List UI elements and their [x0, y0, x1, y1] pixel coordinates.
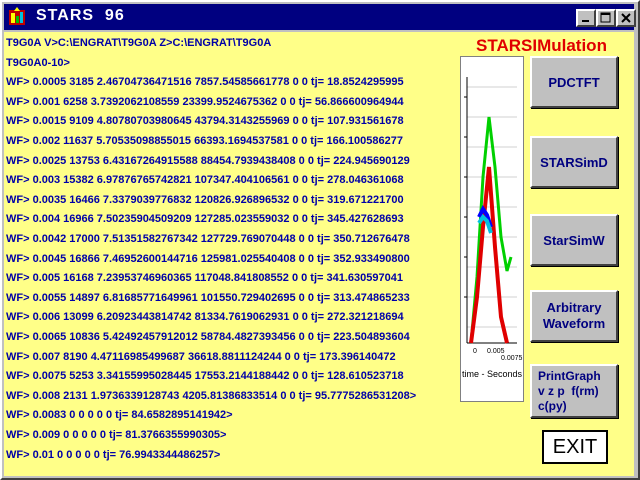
- x-tick-2: 0.0075: [501, 355, 523, 362]
- minimize-button[interactable]: [576, 9, 596, 27]
- output-line: WF> 0.0075 5253 3.34155995028445 17553.2…: [6, 370, 404, 383]
- pdctft-button[interactable]: PDCTFT: [530, 56, 618, 108]
- window-title: STARS 96: [36, 7, 125, 24]
- output-line: WF> 0.004 16966 7.50235904509209 127285.…: [6, 213, 404, 226]
- minimize-icon: [582, 20, 589, 22]
- printgraph-label-2: v z p f(rm): [538, 383, 599, 398]
- output-line: WF> 0.0055 14897 6.81685771649961 101550…: [6, 291, 410, 304]
- stars-window: STARS 96 T9G0A V>C:\ENGRAT\T9G0A Z>C:\EN…: [0, 0, 640, 480]
- brand-title: STARSIMulation: [476, 36, 607, 55]
- printgraph-button[interactable]: PrintGraph v z p f(rm) c(py): [530, 364, 618, 418]
- output-line: WF> 0.001 6258 3.7392062108559 23399.952…: [6, 95, 404, 108]
- output-line: WF> 0.005 16168 7.23953746960365 117048.…: [6, 272, 403, 285]
- mini-chart: 0 0.005 0.0075 time - Seconds: [460, 56, 524, 402]
- output-line: WF> 0.0005 3185 2.46704736471516 7857.54…: [6, 76, 404, 89]
- output-line: T9G0A V>C:\ENGRAT\T9G0A Z>C:\ENGRAT\T9G0…: [6, 37, 272, 49]
- close-icon: [621, 13, 631, 23]
- output-line: WF> 0.0035 16466 7.3379039776832 120826.…: [6, 193, 404, 206]
- output-line: WF> 0.0045 16866 7.46952600144716 125981…: [6, 252, 410, 265]
- output-line: WF> 0.0065 10836 5.42492457912012 58784.…: [6, 331, 410, 343]
- exit-button[interactable]: EXIT: [542, 430, 608, 464]
- output-line: T9G0A0-10>: [6, 56, 70, 69]
- title-bar[interactable]: STARS 96: [4, 4, 636, 30]
- client-area: T9G0A V>C:\ENGRAT\T9G0A Z>C:\ENGRAT\T9G0…: [4, 32, 634, 476]
- output-line: WF> 0.01 0 0 0 0 0 tj= 76.9943344486257>: [6, 448, 221, 461]
- printgraph-label-3: c(py): [538, 398, 567, 413]
- output-line: WF> 0.0015 9109 4.80780703980645 43794.3…: [6, 115, 404, 128]
- output-line: WF> 0.0042 17000 7.51351582767342 127729…: [6, 233, 410, 245]
- x-axis-label: time - Seconds: [462, 369, 523, 379]
- output-line: WF> 0.008 2131 1.9736339128743 4205.8138…: [6, 389, 417, 402]
- output-line: WF> 0.0025 13753 6.43167264915588 88454.…: [6, 154, 410, 167]
- output-line: WF> 0.0083 0 0 0 0 0 tj= 84.658289514194…: [6, 409, 233, 422]
- arbitrary-waveform-button[interactable]: Arbitrary Waveform: [530, 290, 618, 342]
- output-line: WF> 0.002 11637 5.70535098855015 66393.1…: [6, 135, 403, 147]
- series-red: [469, 166, 509, 344]
- starsimw-button[interactable]: StarSimW: [530, 214, 618, 266]
- app-icon: [8, 7, 26, 27]
- arbitrary-label-2: Waveform: [542, 316, 606, 331]
- output-line: WF> 0.009 0 0 0 0 0 tj= 81.3766355990305…: [6, 429, 227, 441]
- output-line: WF> 0.003 15382 6.97876765742821 107347.…: [6, 174, 404, 187]
- x-tick-0: 0: [473, 348, 477, 355]
- x-tick-1: 0.005: [487, 348, 505, 355]
- output-line: WF> 0.006 13099 6.20923443814742 81334.7…: [6, 311, 404, 324]
- arbitrary-label-1: Arbitrary: [546, 300, 602, 315]
- printgraph-label-1: PrintGraph: [538, 368, 601, 383]
- starsimd-button[interactable]: STARSimD: [530, 136, 618, 188]
- maximize-button[interactable]: [596, 9, 616, 27]
- maximize-icon: [600, 12, 611, 23]
- close-button[interactable]: [616, 9, 636, 27]
- output-line: WF> 0.007 8190 4.47116985499687 36618.88…: [6, 350, 396, 363]
- mini-chart-svg: 0 0.005 0.0075 time - Seconds: [462, 77, 523, 379]
